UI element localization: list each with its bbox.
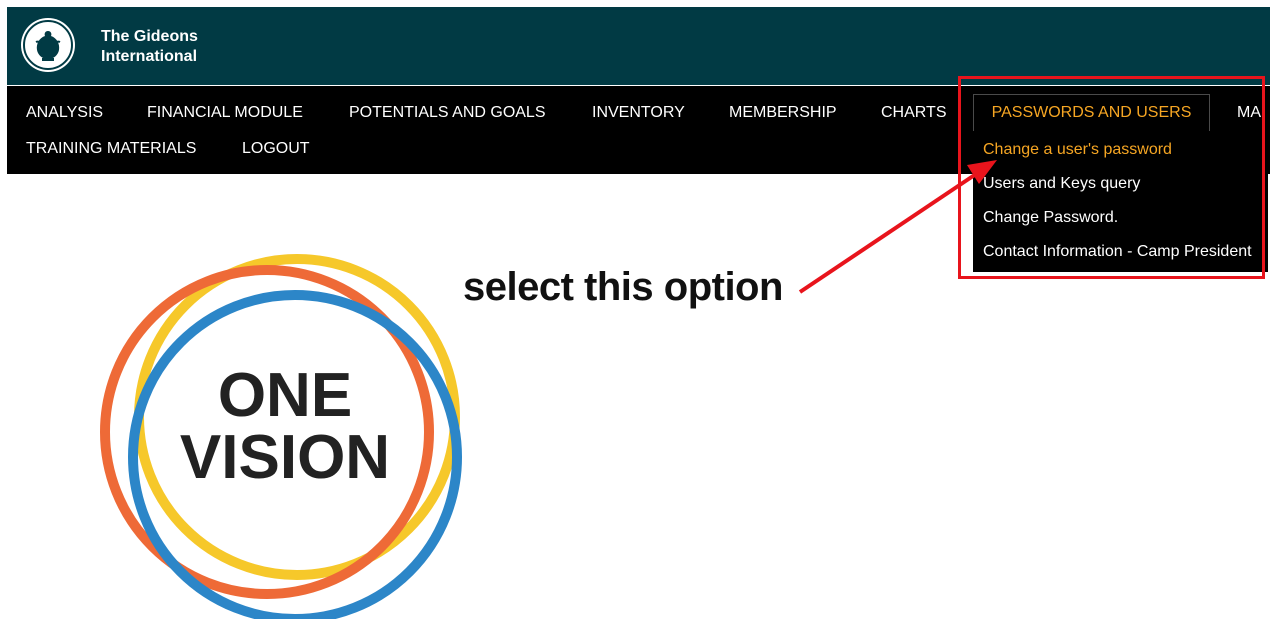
- one-vision-line-2: VISION: [179, 423, 391, 492]
- one-vision-title: ONE VISION: [165, 365, 405, 489]
- app-frame: The Gideons International ANALYSIS FINAN…: [7, 7, 1270, 619]
- one-vision-line-1: ONE: [217, 361, 353, 430]
- annotation-text: select this option: [463, 265, 783, 309]
